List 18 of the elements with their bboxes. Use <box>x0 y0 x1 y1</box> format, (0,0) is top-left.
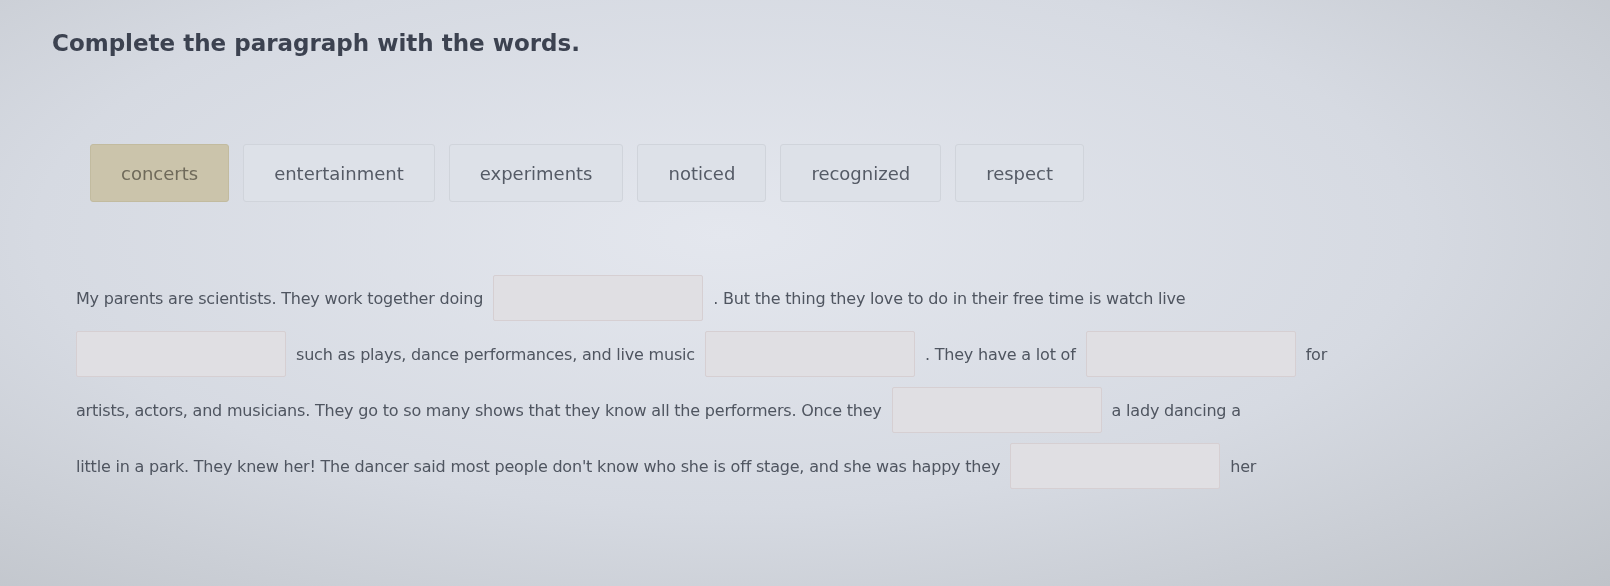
paragraph-text: little in a park. They knew her! The dancer said most people don't know who she is off stage, and she was happy they <box>76 456 1001 476</box>
word-chip[interactable]: noticed <box>637 144 767 202</box>
paragraph-text: artists, actors, and musicians. They go to so many shows that they know all the performers. Once they <box>76 400 882 420</box>
paragraph-text: a lady dancing a <box>1111 400 1241 420</box>
paragraph-text: . But the thing they love to do in their free time is watch live <box>713 288 1186 308</box>
instruction-title: Complete the paragraph with the words. <box>52 30 581 56</box>
word-chip[interactable]: respect <box>955 144 1085 202</box>
word-chip[interactable]: concerts <box>90 144 230 202</box>
paragraph-text: her <box>1230 456 1257 476</box>
word-chip[interactable]: experiments <box>448 144 624 202</box>
answer-box[interactable] <box>493 275 704 321</box>
answer-box[interactable] <box>704 331 915 377</box>
paragraph-text: My parents are scientists. They work together doing <box>76 288 484 308</box>
word-chip[interactable]: recognized <box>780 144 942 202</box>
word-chip[interactable]: entertainment <box>243 144 435 202</box>
paragraph-text: for <box>1305 344 1328 364</box>
paragraph-text: . They have a lot of <box>924 344 1076 364</box>
paragraph-text: such as plays, dance performances, and live music <box>296 344 695 364</box>
